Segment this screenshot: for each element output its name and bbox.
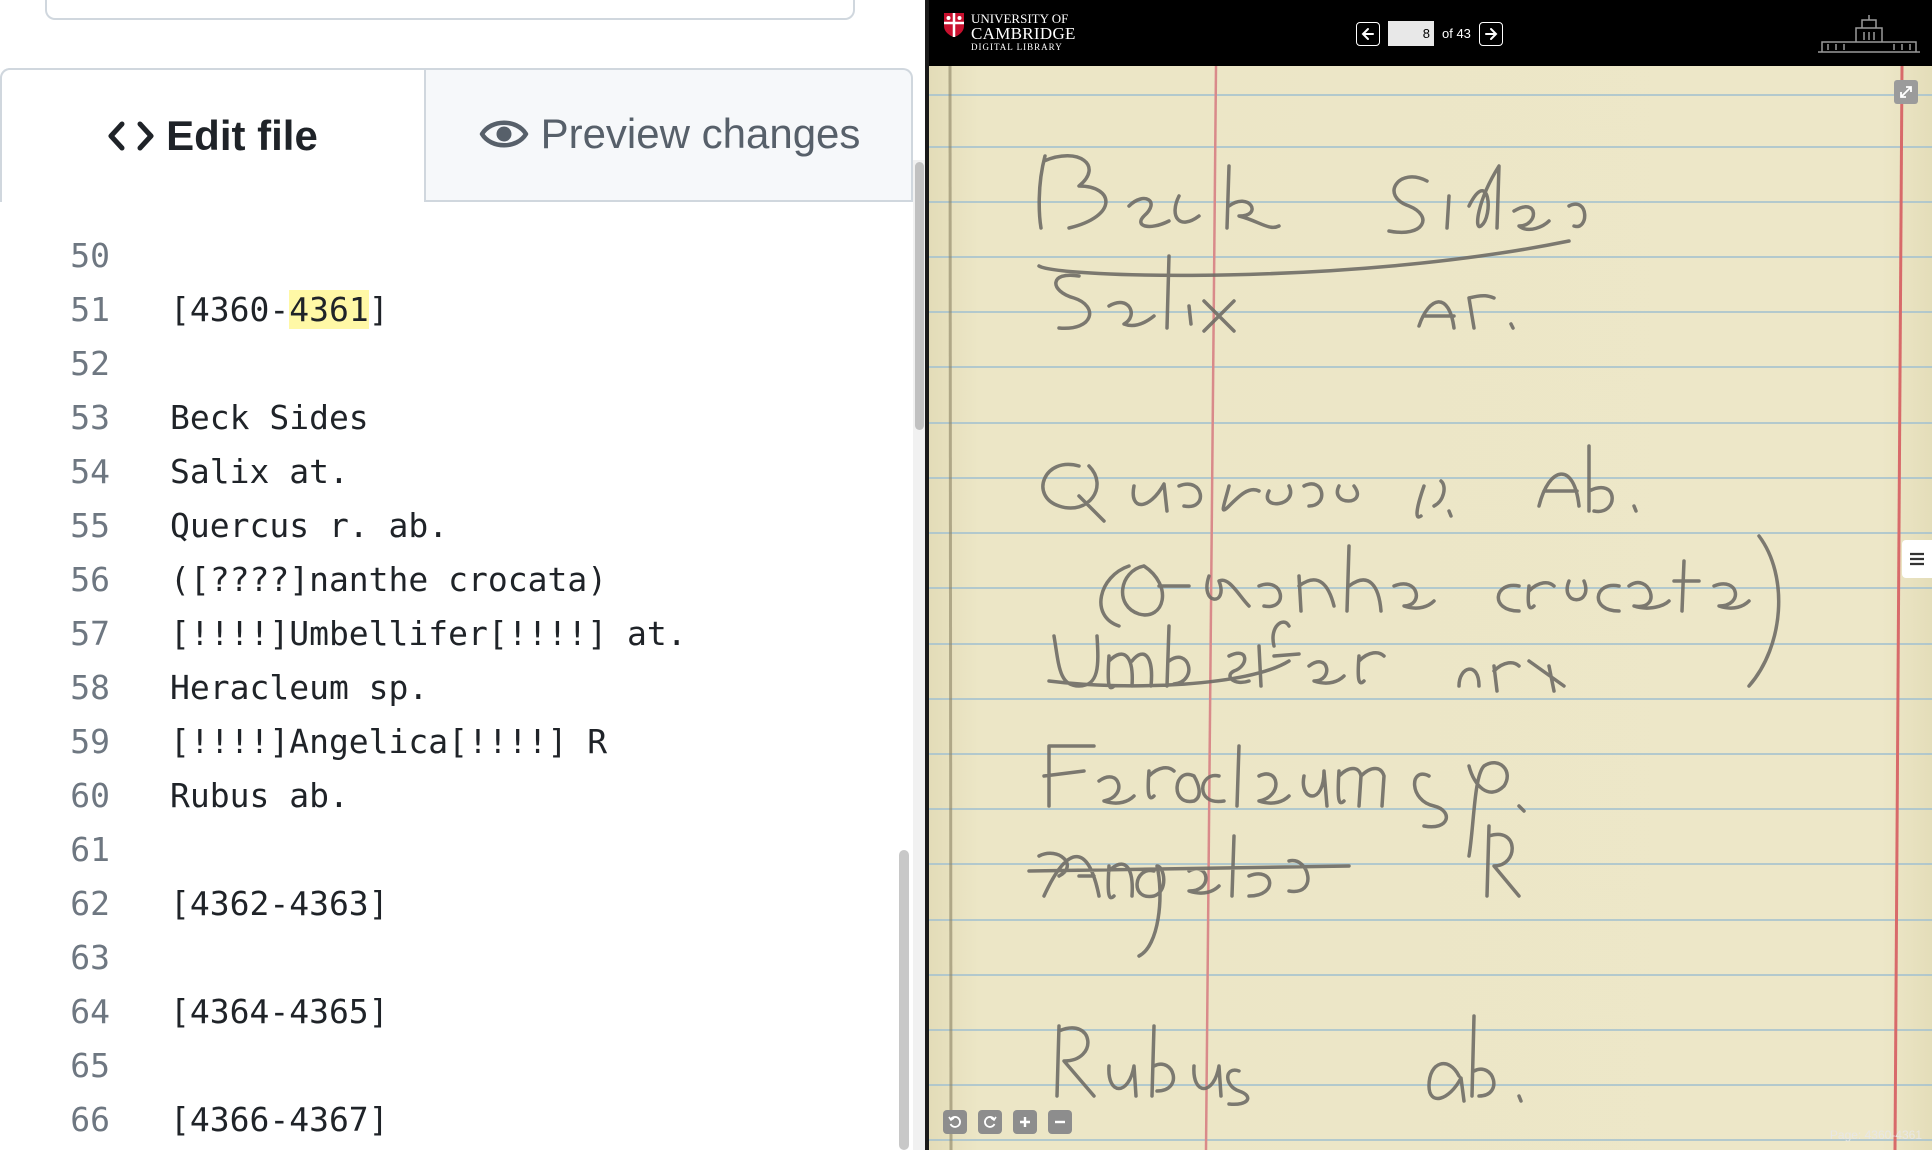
line-number: 54 (70, 452, 110, 491)
code-line[interactable]: 60 Rubus ab. (0, 769, 895, 823)
line-text-part: [4360- (170, 290, 290, 329)
cambridge-logo[interactable]: UNIVERSITY OF CAMBRIDGE DIGITAL LIBRARY (943, 12, 1076, 52)
image-tools (943, 1110, 1072, 1134)
line-text[interactable]: [4360-4361] (170, 283, 389, 337)
editor-pane: Edit file Preview changes 50 51 [4360-4361… (0, 0, 925, 1150)
line-number: 64 (70, 992, 110, 1031)
search-highlight: 4361 (289, 290, 369, 329)
page-count-label: of 43 (1442, 26, 1471, 41)
line-text[interactable]: [!!!!]Angelica[!!!!] R (170, 715, 607, 769)
arrow-left-icon (1361, 27, 1374, 40)
line-text[interactable]: [4364-4365] (170, 985, 389, 1039)
tab-preview-changes-label: Preview changes (540, 110, 861, 157)
logo-text: UNIVERSITY OF CAMBRIDGE DIGITAL LIBRARY (971, 12, 1076, 52)
hamburger-icon (1910, 552, 1924, 566)
line-text[interactable]: [4366-4367] (170, 1093, 389, 1147)
page-label: Page: 4360-4361 (1829, 1128, 1922, 1142)
page-number-input[interactable] (1388, 21, 1434, 46)
code-line[interactable]: 51 [4360-4361] (0, 283, 895, 337)
zoom-out-button[interactable] (1048, 1110, 1072, 1134)
code-icon (108, 119, 154, 153)
fullscreen-button[interactable] (1894, 80, 1918, 104)
crest-icon (944, 13, 964, 37)
line-number: 57 (70, 614, 110, 653)
code-line[interactable]: 61 (0, 823, 895, 877)
rotate-left-icon (948, 1116, 961, 1128)
line-number: 66 (70, 1100, 110, 1139)
page-scrollbar-thumb[interactable] (915, 162, 924, 430)
tab-preview-changes[interactable]: Preview changes (426, 68, 913, 202)
line-number: 50 (70, 236, 110, 275)
line-text-part: ] (368, 290, 389, 329)
arrow-right-icon (1484, 27, 1498, 40)
code-line[interactable]: 56 ([????]nanthe crocata) (0, 553, 895, 607)
code-line[interactable]: 63 (0, 931, 895, 985)
line-number: 63 (70, 938, 110, 977)
line-text[interactable]: Quercus r. ab. (170, 499, 448, 553)
eye-icon (479, 116, 529, 152)
tab-edit-file-label: Edit file (166, 112, 318, 159)
line-text[interactable]: [4362-4363] (170, 877, 389, 931)
viewer-toolbar: UNIVERSITY OF CAMBRIDGE DIGITAL LIBRARY … (929, 0, 1932, 66)
line-text[interactable]: ([????]nanthe crocata) (170, 553, 607, 607)
logo-line-cambridge: CAMBRIDGE (971, 24, 1076, 43)
code-line[interactable]: 54 Salix at. (0, 445, 895, 499)
library-building-icon[interactable] (1816, 14, 1922, 54)
code-line[interactable]: 65 (0, 1039, 895, 1093)
line-number: 56 (70, 560, 110, 599)
editor-tabs: Edit file Preview changes (0, 68, 913, 202)
line-text[interactable]: Salix at. (170, 445, 349, 499)
zoom-in-button[interactable] (1013, 1110, 1037, 1134)
rotate-left-button[interactable] (943, 1110, 967, 1134)
side-menu-button[interactable] (1902, 540, 1932, 578)
code-line[interactable]: 59 [!!!!]Angelica[!!!!] R (0, 715, 895, 769)
line-number: 53 (70, 398, 110, 437)
code-line[interactable]: 50 (0, 229, 895, 283)
manuscript-page-image[interactable] (929, 66, 1932, 1150)
commit-message-box[interactable] (45, 0, 855, 20)
zoom-in-icon (1020, 1117, 1030, 1127)
rotate-right-button[interactable] (978, 1110, 1002, 1134)
logo-line-digital-library: DIGITAL LIBRARY (971, 42, 1063, 52)
code-line[interactable]: 57 [!!!!]Umbellifer[!!!!] at. (0, 607, 895, 661)
code-line[interactable]: 58 Heracleum sp. (0, 661, 895, 715)
line-number: 61 (70, 830, 110, 869)
line-text[interactable]: Heracleum sp. (170, 661, 428, 715)
line-number: 58 (70, 668, 110, 707)
code-line[interactable]: 53 Beck Sides (0, 391, 895, 445)
code-line[interactable]: 62 [4362-4363] (0, 877, 895, 931)
line-number: 59 (70, 722, 110, 761)
page-navigator: of 43 (1356, 21, 1503, 46)
line-text[interactable]: Beck Sides (170, 391, 369, 445)
line-text[interactable]: Rubus ab. (170, 769, 349, 823)
previous-page-button[interactable] (1356, 21, 1380, 46)
code-line[interactable]: 64 [4364-4365] (0, 985, 895, 1039)
rotate-right-icon (984, 1116, 997, 1128)
tab-edit-file[interactable]: Edit file (0, 68, 426, 202)
editor-scrollbar[interactable] (899, 850, 909, 1150)
code-line[interactable]: 66 [4366-4367] (0, 1093, 895, 1147)
code-line[interactable]: 55 Quercus r. ab. (0, 499, 895, 553)
line-number: 51 (70, 290, 110, 329)
expand-icon (1900, 86, 1912, 98)
line-number: 55 (70, 506, 110, 545)
line-number: 52 (70, 344, 110, 383)
line-number: 65 (70, 1046, 110, 1085)
line-number: 62 (70, 884, 110, 923)
line-text[interactable]: [!!!!]Umbellifer[!!!!] at. (170, 607, 687, 661)
line-number: 60 (70, 776, 110, 815)
code-line[interactable]: 52 (0, 337, 895, 391)
next-page-button[interactable] (1478, 21, 1503, 46)
document-viewer: UNIVERSITY OF CAMBRIDGE DIGITAL LIBRARY … (929, 0, 1932, 1150)
zoom-out-icon (1055, 1120, 1065, 1124)
